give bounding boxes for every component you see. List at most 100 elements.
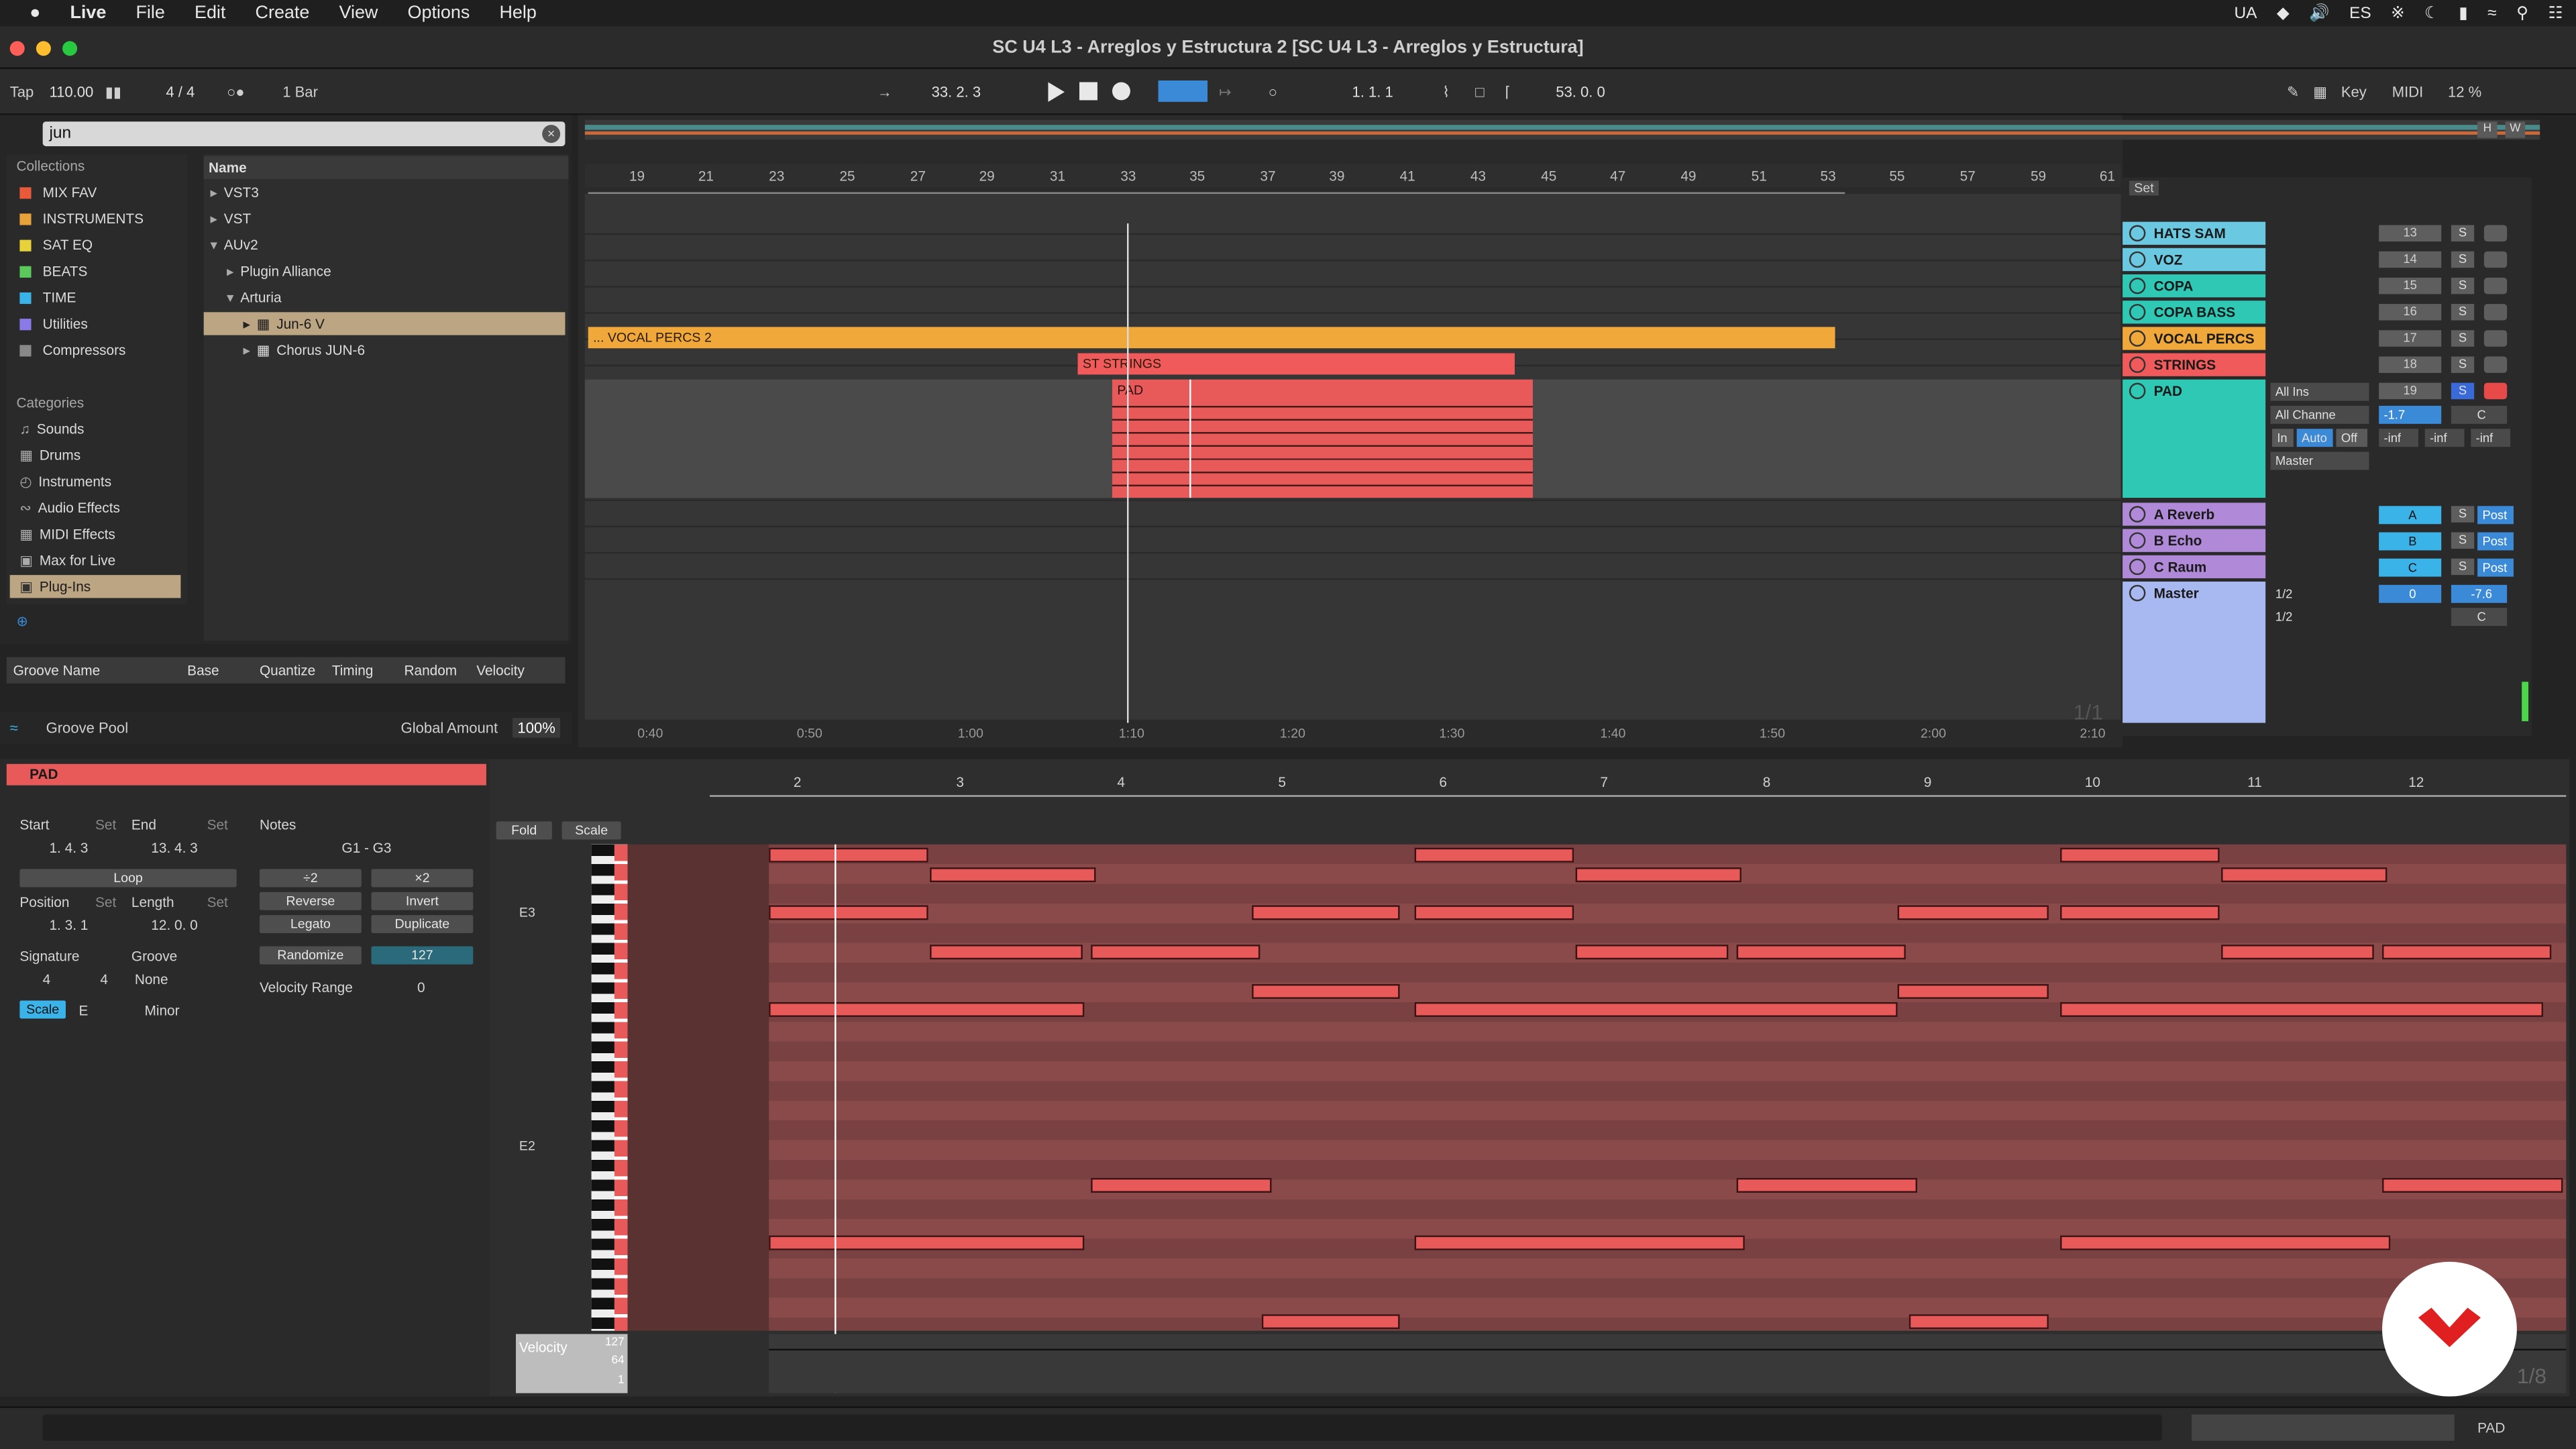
track-activator-icon[interactable] xyxy=(2129,532,2146,549)
midi-note[interactable] xyxy=(1414,1235,1745,1250)
midi-note[interactable] xyxy=(2221,867,2387,883)
signature-field[interactable]: 4 / 4 xyxy=(166,84,195,100)
track-hats[interactable]: HATS SAM BOJO xyxy=(2123,221,2266,264)
master-pan[interactable]: C xyxy=(2451,608,2508,627)
groove-col-name[interactable]: Groove Name xyxy=(13,662,101,678)
arrangement-position[interactable]: 33. 2. 3 xyxy=(932,84,981,100)
expand-icon[interactable]: ▸ xyxy=(210,210,217,226)
groove-col-timing[interactable]: Timing xyxy=(332,662,374,678)
overdub-button[interactable] xyxy=(1158,80,1208,102)
track-activator-icon[interactable] xyxy=(2129,558,2146,576)
notes-range[interactable]: G1 - G3 xyxy=(341,839,391,855)
collapse-icon[interactable]: ▾ xyxy=(210,237,217,253)
track-activator-icon[interactable] xyxy=(2129,225,2146,242)
control-center-icon[interactable]: ☷ xyxy=(2548,4,2563,22)
minimize-window-button[interactable] xyxy=(36,41,51,56)
half-length-button[interactable]: ÷2 xyxy=(259,869,362,888)
menu-app[interactable]: Live xyxy=(70,3,106,23)
signature-numerator[interactable]: 4 xyxy=(43,971,51,987)
position-set-button[interactable]: Set xyxy=(95,894,116,910)
track-activator-icon[interactable] xyxy=(2129,304,2146,321)
arm-button[interactable] xyxy=(2483,356,2508,373)
post-button[interactable]: Post xyxy=(2477,532,2514,551)
bluetooth-icon[interactable]: ※ xyxy=(2391,4,2405,22)
solo-button[interactable]: S xyxy=(2451,277,2475,294)
midi-note[interactable] xyxy=(2060,1235,2391,1250)
start-value[interactable]: 1. 4. 3 xyxy=(49,839,88,855)
invert-button[interactable]: Invert xyxy=(371,892,474,910)
randomize-button[interactable]: Randomize xyxy=(259,946,362,965)
midi-note[interactable] xyxy=(1261,1314,1400,1330)
velocity-lane[interactable] xyxy=(769,1334,2567,1393)
midi-note[interactable] xyxy=(1736,1177,1917,1193)
master-out-dropdown[interactable]: 1/2 xyxy=(2271,608,2369,626)
midi-note[interactable] xyxy=(1414,847,1574,863)
master-volume[interactable]: 0 xyxy=(2379,584,2442,603)
midi-note[interactable] xyxy=(1575,945,1729,960)
expand-icon[interactable]: ▸ xyxy=(243,341,250,358)
end-value[interactable]: 13. 4. 3 xyxy=(151,839,197,855)
category-plug-ins[interactable]: ▣ Plug-Ins xyxy=(9,575,181,598)
collection-instruments[interactable]: INSTRUMENTS xyxy=(19,207,144,230)
record-button[interactable] xyxy=(1112,82,1130,101)
midi-note[interactable] xyxy=(769,847,928,863)
set-label[interactable]: Set xyxy=(2129,180,2159,196)
midi-note[interactable] xyxy=(769,1235,1085,1250)
track-c-raum[interactable]: C Raum xyxy=(2123,555,2266,579)
groove-col-random[interactable]: Random xyxy=(404,662,457,678)
midi-note[interactable] xyxy=(1091,945,1260,960)
midi-note[interactable] xyxy=(1909,1314,2049,1330)
tree-jun6v[interactable]: ▸ ▦ Jun-6 V xyxy=(203,312,566,335)
track-activator-icon[interactable] xyxy=(2129,506,2146,523)
track-number[interactable]: 16 xyxy=(2379,304,2442,321)
tempo-field[interactable]: 110.00 xyxy=(49,84,93,100)
midi-note[interactable] xyxy=(930,867,1096,883)
midi-note[interactable] xyxy=(769,905,928,920)
solo-button[interactable]: S xyxy=(2451,356,2475,373)
diamond-icon[interactable]: ◆ xyxy=(2277,4,2290,22)
midi-note[interactable] xyxy=(1897,905,2049,920)
tap-button[interactable]: Tap xyxy=(10,84,34,100)
moon-icon[interactable]: ☾ xyxy=(2424,4,2439,22)
end-set-button[interactable]: Set xyxy=(207,816,228,833)
master-db[interactable]: -7.6 xyxy=(2451,584,2508,603)
loop-length[interactable]: 53. 0. 0 xyxy=(1556,84,1605,100)
overview-minimap[interactable] xyxy=(2191,1414,2455,1441)
track-copa-bass[interactable]: COPA BASS xyxy=(2123,301,2266,324)
track-number[interactable]: 18 xyxy=(2379,356,2442,373)
menu-options[interactable]: Options xyxy=(408,3,470,23)
track-volume[interactable]: -1.7 xyxy=(2379,405,2442,424)
scale-toggle[interactable]: Scale xyxy=(19,1000,66,1019)
input-source[interactable]: ES xyxy=(2349,4,2371,22)
menu-view[interactable]: View xyxy=(339,3,378,23)
midi-note[interactable] xyxy=(1252,983,1400,999)
zoom-window-button[interactable] xyxy=(62,41,78,56)
draw-mode-icon[interactable]: ✎ xyxy=(2287,84,2299,102)
loop-start[interactable]: 1. 1. 1 xyxy=(1352,84,1393,100)
groove-icon[interactable]: ≈ xyxy=(10,720,18,736)
loop-button[interactable]: Loop xyxy=(19,869,237,888)
collection-compressors[interactable]: Compressors xyxy=(19,338,125,361)
bar-ruler[interactable]: 19 21 23 25 27 29 31 33 35 37 39 41 43 4… xyxy=(584,164,2121,188)
solo-button[interactable]: S xyxy=(2451,330,2475,347)
category-audio-effects[interactable]: ∾ Audio Effects xyxy=(19,496,120,519)
collection-time[interactable]: TIME xyxy=(19,286,76,309)
legato-button[interactable]: Legato xyxy=(259,915,362,934)
track-activator-icon[interactable] xyxy=(2129,584,2146,602)
tree-chorus-jun6[interactable]: ▸ ▦ Chorus JUN-6 xyxy=(243,338,365,361)
track-number[interactable]: 15 xyxy=(2379,277,2442,294)
clip-vocal-percs[interactable]: ... VOCAL PERCS 2 xyxy=(588,327,1835,349)
midi-map-button[interactable]: MIDI xyxy=(2392,84,2424,100)
start-set-button[interactable]: Set xyxy=(95,816,116,833)
track-strings[interactable]: STRINGS xyxy=(2123,353,2266,376)
scale-button[interactable]: Scale xyxy=(561,821,621,840)
session-record-icon[interactable]: ↦ xyxy=(1219,84,1231,102)
midi-note[interactable] xyxy=(1414,905,1574,920)
track-activator-icon[interactable] xyxy=(2129,277,2146,294)
note-grid[interactable] xyxy=(769,844,2567,1331)
return-a-button[interactable]: A xyxy=(2379,506,2442,525)
randomize-amount[interactable]: 127 xyxy=(371,946,474,965)
input-channel-dropdown[interactable]: All Channe xyxy=(2270,405,2369,424)
track-activator-icon[interactable] xyxy=(2129,382,2146,400)
category-sounds[interactable]: ♫ Sounds xyxy=(19,417,84,440)
